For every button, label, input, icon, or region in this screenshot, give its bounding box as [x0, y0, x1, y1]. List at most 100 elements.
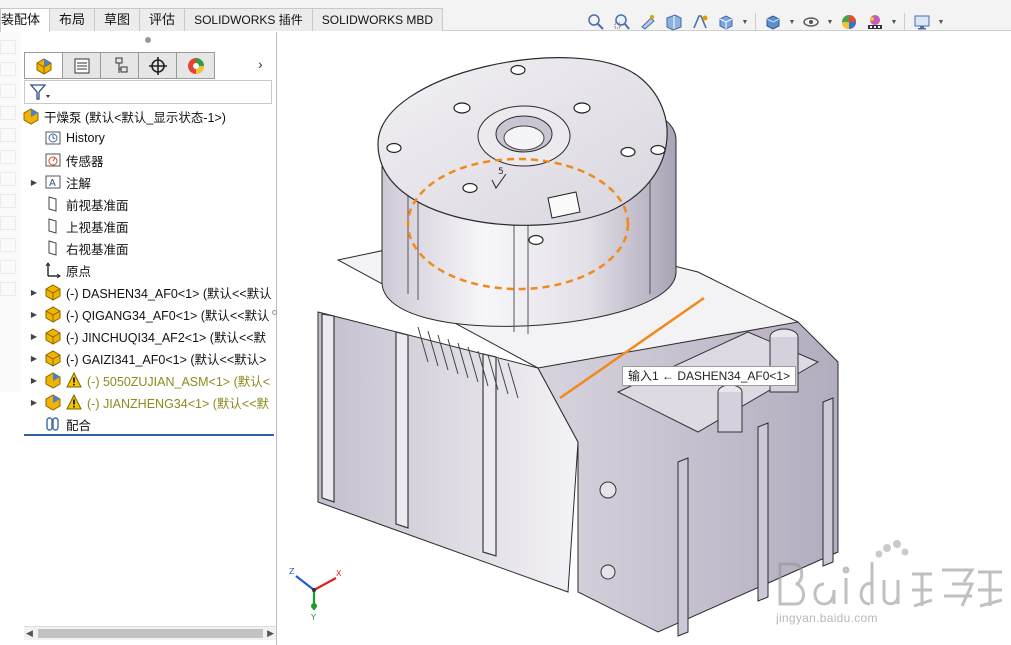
tree-component-row[interactable]: ▶ (-) JIANZHENG34<1> (默认<<默 [22, 391, 277, 413]
watermark-url: jingyan.baidu.com [776, 611, 878, 625]
zoom-to-fit-icon[interactable] [585, 11, 607, 33]
tree-item-history[interactable]: History [22, 127, 277, 149]
exploded-view-icon[interactable] [0, 260, 16, 274]
linear-pattern-icon[interactable] [0, 84, 16, 98]
manager-tabs [24, 52, 215, 79]
tree-item-annotations[interactable]: ▶ A 注解 [22, 171, 277, 193]
hide-show-items-icon[interactable] [800, 11, 822, 33]
svg-text:A: A [49, 178, 56, 189]
show-hidden-icon[interactable] [0, 150, 16, 164]
expand-arrow-icon[interactable]: ▶ [28, 310, 40, 319]
tree-item-top-plane[interactable]: 上视基准面 [22, 215, 277, 237]
insert-component-icon[interactable] [0, 40, 16, 54]
panel-resize-handle[interactable] [272, 310, 277, 315]
tree-component-row[interactable]: ▶ (-) GAIZI341_AF0<1> (默认<<默认> [22, 347, 277, 369]
apply-scene-caret-icon[interactable]: ▼ [890, 11, 898, 33]
sensors-label: 传感器 [66, 154, 104, 169]
expand-arrow-icon[interactable]: ▶ [28, 398, 40, 407]
expand-arrow-icon[interactable]: ▶ [28, 288, 40, 297]
reference-triad-icon: X Z Y [289, 567, 342, 622]
tab-evaluate[interactable]: 评估 [139, 8, 186, 31]
filter-icon [29, 84, 50, 100]
scroll-right-icon[interactable]: ▶ [267, 628, 274, 639]
tree-item-right-plane[interactable]: 右视基准面 [22, 237, 277, 259]
smart-fasteners-icon[interactable] [0, 106, 16, 120]
property-manager-tab[interactable] [62, 52, 101, 79]
annotations-label: 注解 [66, 176, 92, 191]
horizontal-scrollbar[interactable]: ◀ ▶ [24, 626, 276, 640]
tree-item-origin[interactable]: 原点 [22, 259, 277, 281]
display-manager-tab[interactable] [176, 52, 215, 79]
expand-arrow-icon[interactable]: ▶ [28, 354, 40, 363]
feature-manager-tab[interactable] [24, 52, 63, 79]
tree-root-label: 干燥泵 (默认<默认_显示状态-1>) [44, 110, 226, 125]
edit-appearance-icon[interactable] [838, 11, 860, 33]
right-plane-label: 右视基准面 [66, 242, 129, 257]
part-icon [44, 283, 62, 301]
view-settings-caret-icon[interactable]: ▼ [937, 11, 945, 33]
tab-sketch[interactable]: 草图 [94, 8, 141, 31]
feature-tree: 干燥泵 (默认<默认_显示状态-1>) History 传感器 ▶ A 注解 前… [22, 105, 277, 435]
display-style-icon[interactable] [762, 11, 784, 33]
command-tabs: 装配体 布局 草图 评估 SOLIDWORKS 插件 SOLIDWORKS MB… [0, 8, 444, 32]
component-label: (-) 5050ZUJIAN_ASM<1> (默认< [87, 374, 271, 389]
zoom-to-area-icon[interactable] [611, 11, 633, 33]
reference-geometry-icon[interactable] [0, 194, 16, 208]
graphics-area[interactable]: 5 输入1 ← DASHEN34_AF0<1> X Z Y jingyan.ba… [278, 32, 1011, 645]
warning-icon [66, 394, 82, 410]
mate-icon[interactable] [0, 62, 16, 76]
triad-y-label: Y [310, 613, 316, 622]
tab-assembly[interactable]: 装配体 [0, 8, 51, 32]
tab-solidworks-addins[interactable]: SOLIDWORKS 插件 [184, 8, 313, 31]
view-settings-icon[interactable] [911, 11, 933, 33]
section-view-icon[interactable] [663, 11, 685, 33]
new-motion-study-icon[interactable] [0, 216, 16, 230]
front-plane-label: 前视基准面 [66, 198, 129, 213]
hide-show-caret-icon[interactable]: ▼ [826, 11, 834, 33]
view-orientation-caret-icon[interactable]: ▼ [741, 11, 749, 33]
tree-item-mates[interactable]: 配合 [22, 413, 277, 435]
expand-arrow-icon[interactable]: ▶ [28, 332, 40, 341]
subassembly-icon [44, 371, 62, 389]
toolbar-separator [755, 13, 756, 31]
chevron-right-icon[interactable]: › [258, 56, 263, 72]
dynamic-annotation-icon[interactable] [689, 11, 711, 33]
origin-icon [44, 261, 62, 279]
feature-filter[interactable] [24, 80, 272, 104]
previous-view-icon[interactable] [637, 11, 659, 33]
property-manager-icon [74, 58, 89, 73]
sensor-icon [44, 151, 62, 169]
part-icon [44, 327, 62, 345]
tree-component-row[interactable]: ▶ (-) JINCHUQI34_AF2<1> (默认<<默 [22, 325, 277, 347]
configuration-manager-icon [115, 57, 127, 73]
feature-manager-panel: › 干燥泵 (默认<默认_显示状态-1>) History 传感器 ▶ A 注解… [22, 32, 277, 645]
assembly-features-icon[interactable] [0, 172, 16, 186]
tree-item-front-plane[interactable]: 前视基准面 [22, 193, 277, 215]
view-orientation-icon[interactable] [715, 11, 737, 33]
top-plane-label: 上视基准面 [66, 220, 129, 235]
configuration-manager-tab[interactable] [100, 52, 139, 79]
left-command-strip [0, 32, 22, 392]
tree-end-marker [24, 434, 274, 436]
tab-layout[interactable]: 布局 [49, 8, 96, 31]
display-style-caret-icon[interactable]: ▼ [788, 11, 796, 33]
tree-component-row[interactable]: ▶ (-) 5050ZUJIAN_ASM<1> (默认< [22, 369, 277, 391]
plane-icon [44, 239, 62, 257]
panel-drag-handle[interactable] [145, 37, 151, 43]
assembly-model[interactable]: 5 [278, 32, 1011, 645]
tree-item-sensors[interactable]: 传感器 [22, 149, 277, 171]
tree-component-row[interactable]: ▶ (-) DASHEN34_AF0<1> (默认<<默认 [22, 281, 277, 303]
component-label: (-) JIANZHENG34<1> (默认<<默 [87, 396, 269, 411]
move-component-icon[interactable] [0, 128, 16, 142]
scrollbar-thumb[interactable] [38, 629, 263, 638]
tab-solidworks-mbd[interactable]: SOLIDWORKS MBD [311, 8, 444, 31]
scroll-left-icon[interactable]: ◀ [26, 628, 33, 639]
expand-arrow-icon[interactable]: ▶ [28, 178, 40, 187]
tree-root-assembly[interactable]: 干燥泵 (默认<默认_显示状态-1>) [22, 105, 277, 127]
dimxpert-manager-tab[interactable] [138, 52, 177, 79]
instant3d-icon[interactable] [0, 282, 16, 296]
expand-arrow-icon[interactable]: ▶ [28, 376, 40, 385]
apply-scene-icon[interactable] [864, 11, 886, 33]
bill-of-materials-icon[interactable] [0, 238, 16, 252]
tree-component-row[interactable]: ▶ (-) QIGANG34_AF0<1> (默认<<默认 [22, 303, 277, 325]
